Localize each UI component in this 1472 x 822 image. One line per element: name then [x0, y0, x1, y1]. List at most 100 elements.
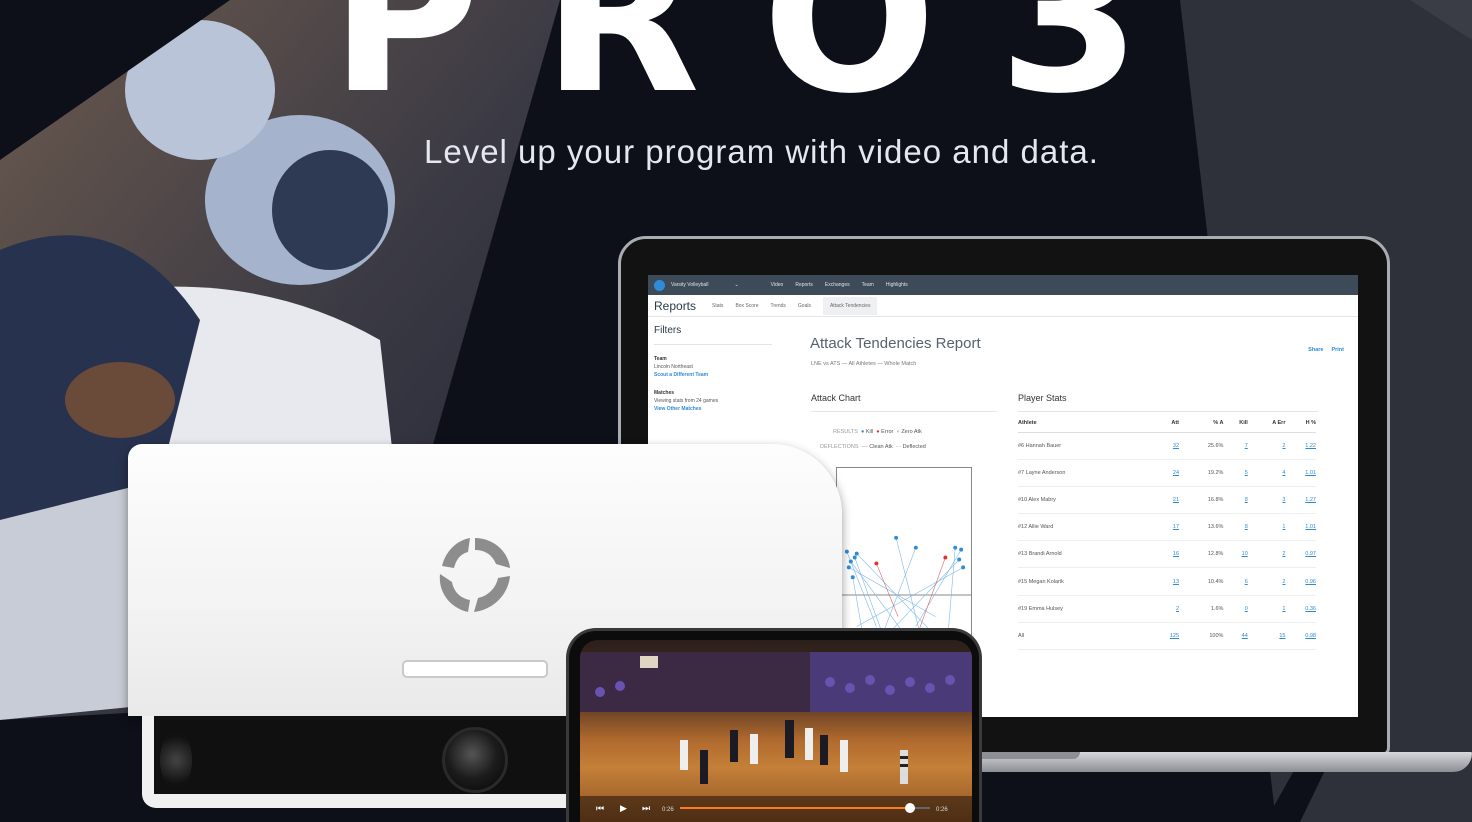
kill-link[interactable]: 8: [1223, 486, 1248, 515]
basketball-players-image: [680, 720, 908, 784]
kill-link[interactable]: 44: [1223, 622, 1248, 651]
nav-item-video[interactable]: Video: [771, 282, 784, 288]
scout-team-link[interactable]: Scout a Different Team: [654, 371, 772, 379]
report-title: Attack Tendencies Report: [810, 335, 981, 352]
pct-a-value: 19.2%: [1179, 459, 1224, 487]
athlete-name: All: [1018, 622, 1153, 651]
h-pct-link[interactable]: 1.22: [1285, 432, 1316, 460]
athlete-name: #6 Hannah Bauer: [1018, 432, 1153, 460]
kill-dot-icon: ●: [861, 429, 865, 435]
att-link[interactable]: 125: [1152, 622, 1180, 651]
a-err-link[interactable]: 1: [1247, 595, 1286, 623]
h-pct-link[interactable]: 1.01: [1285, 459, 1316, 487]
team-filter-label: Team: [654, 356, 667, 362]
att-link[interactable]: 17: [1152, 513, 1180, 542]
app-logo-icon: [654, 279, 665, 291]
player-stats-table: Athlete Att % A Kill A Err H % #6 Hannah…: [1018, 415, 1316, 651]
print-button[interactable]: Print: [1331, 347, 1344, 353]
matches-filter-label: Matches: [654, 390, 675, 396]
kill-link[interactable]: 7: [1223, 432, 1248, 460]
h-pct-link[interactable]: 0.98: [1285, 622, 1316, 651]
athlete-name: #13 Brandi Arnold: [1018, 540, 1153, 569]
tab-attack-tendencies[interactable]: Attack Tendencies: [822, 296, 878, 315]
att-link[interactable]: 16: [1152, 540, 1180, 569]
table-row: #10 Alex Mabry 21 16.8% 8 3 1.27: [1018, 486, 1316, 515]
nav-item-team[interactable]: Team: [862, 282, 874, 288]
reports-tab-bar: Reports Stats Box Score Trends Goals Att…: [648, 295, 1358, 317]
play-icon[interactable]: ▶: [620, 803, 627, 814]
kill-link[interactable]: 6: [1223, 567, 1248, 596]
kill-link[interactable]: 8: [1223, 513, 1248, 542]
table-row: #13 Brandi Arnold 16 12.8% 10 2 0.97: [1018, 540, 1316, 569]
player-stats-heading: Player Stats: [1018, 393, 1318, 412]
a-err-link[interactable]: 15: [1247, 622, 1286, 651]
report-actions: Share Print: [1308, 347, 1344, 353]
results-legend-label: RESULTS: [833, 429, 858, 435]
skip-forward-icon[interactable]: ⏭: [642, 803, 650, 814]
tab-goals[interactable]: Goals: [798, 303, 811, 309]
athlete-name: #12 Allie Ward: [1018, 513, 1153, 542]
filters-heading: Filters: [654, 325, 772, 345]
athlete-name: #15 Megan Kolarik: [1018, 567, 1153, 596]
att-link[interactable]: 24: [1152, 459, 1180, 487]
tab-box-score[interactable]: Box Score: [735, 303, 758, 309]
skip-back-icon[interactable]: ⏮: [596, 803, 604, 814]
h-pct-link[interactable]: 1.01: [1285, 513, 1316, 542]
attack-chart-heading: Attack Chart: [811, 393, 997, 412]
athlete-name: #19 Emma Hulsey: [1018, 595, 1153, 623]
athlete-name: #7 Layne Anderson: [1018, 459, 1153, 487]
kill-link[interactable]: 5: [1223, 459, 1248, 487]
a-err-link[interactable]: 2: [1247, 432, 1286, 460]
h-pct-link[interactable]: 0.36: [1285, 595, 1316, 623]
tab-stats[interactable]: Stats: [712, 303, 723, 309]
a-err-link[interactable]: 1: [1247, 513, 1286, 542]
col-athlete[interactable]: Athlete: [1018, 415, 1153, 433]
app-top-nav: Varsity Volleyball ⌄ Video Reports Excha…: [648, 275, 1358, 295]
team-selector-label: Varsity Volleyball: [671, 282, 709, 288]
view-matches-link[interactable]: View Other Matches: [654, 405, 772, 413]
deflected-line-icon: - -: [895, 444, 902, 450]
table-row: #7 Layne Anderson 24 19.2% 5 4 1.01: [1018, 459, 1316, 487]
share-button[interactable]: Share: [1308, 347, 1323, 353]
nav-item-reports[interactable]: Reports: [795, 282, 813, 288]
att-link[interactable]: 32: [1152, 432, 1180, 460]
nav-item-highlights[interactable]: Highlights: [886, 282, 908, 288]
legend-error: Error: [881, 429, 894, 435]
col-pct-a[interactable]: % A: [1179, 415, 1224, 433]
a-err-link[interactable]: 2: [1247, 567, 1286, 596]
matches-filter-value: Viewing stats from 24 games: [654, 398, 719, 404]
a-err-link[interactable]: 4: [1247, 459, 1286, 487]
phone-video-screen[interactable]: ⏮ ▶ ⏭ 0:26 0:26: [580, 640, 972, 822]
pct-a-value: 25.6%: [1179, 432, 1224, 460]
scrubber-handle[interactable]: [905, 803, 915, 813]
nav-item-exchanges[interactable]: Exchanges: [825, 282, 850, 288]
camera-lens: [442, 727, 508, 793]
results-legend: RESULTS ● Kill ● Error ● Zero Atk: [833, 429, 922, 435]
video-scrubber[interactable]: [680, 803, 930, 813]
table-row: #15 Megan Kolarik 13 10.4% 6 2 0.96: [1018, 567, 1316, 596]
table-row: #6 Hannah Bauer 32 25.6% 7 2 1.22: [1018, 432, 1316, 460]
kill-link[interactable]: 0: [1223, 595, 1248, 623]
h-pct-link[interactable]: 0.96: [1285, 567, 1316, 596]
pct-a-value: 10.4%: [1179, 567, 1224, 596]
col-kill[interactable]: Kill: [1223, 415, 1248, 433]
current-time: 0:26: [662, 807, 674, 813]
kill-link[interactable]: 10: [1223, 540, 1248, 569]
att-link[interactable]: 2: [1152, 595, 1180, 623]
team-selector[interactable]: Varsity Volleyball ⌄: [654, 279, 739, 291]
h-pct-link[interactable]: 0.97: [1285, 540, 1316, 569]
deflections-legend: DEFLECTIONS –– Clean Atk - - Deflected: [820, 444, 926, 450]
tab-trends[interactable]: Trends: [771, 303, 786, 309]
chevron-down-icon: ⌄: [734, 282, 739, 288]
col-a-err[interactable]: A Err: [1247, 415, 1286, 433]
table-row: #12 Allie Ward 17 13.6% 8 1 1.01: [1018, 513, 1316, 542]
video-progress-fill: [680, 807, 910, 809]
section-title: Reports: [654, 298, 697, 313]
col-att[interactable]: Att: [1152, 415, 1180, 433]
a-err-link[interactable]: 3: [1247, 486, 1286, 515]
att-link[interactable]: 21: [1152, 486, 1180, 515]
col-h-pct[interactable]: H %: [1285, 415, 1316, 433]
h-pct-link[interactable]: 1.27: [1285, 486, 1316, 515]
a-err-link[interactable]: 2: [1247, 540, 1286, 569]
att-link[interactable]: 13: [1152, 567, 1180, 596]
